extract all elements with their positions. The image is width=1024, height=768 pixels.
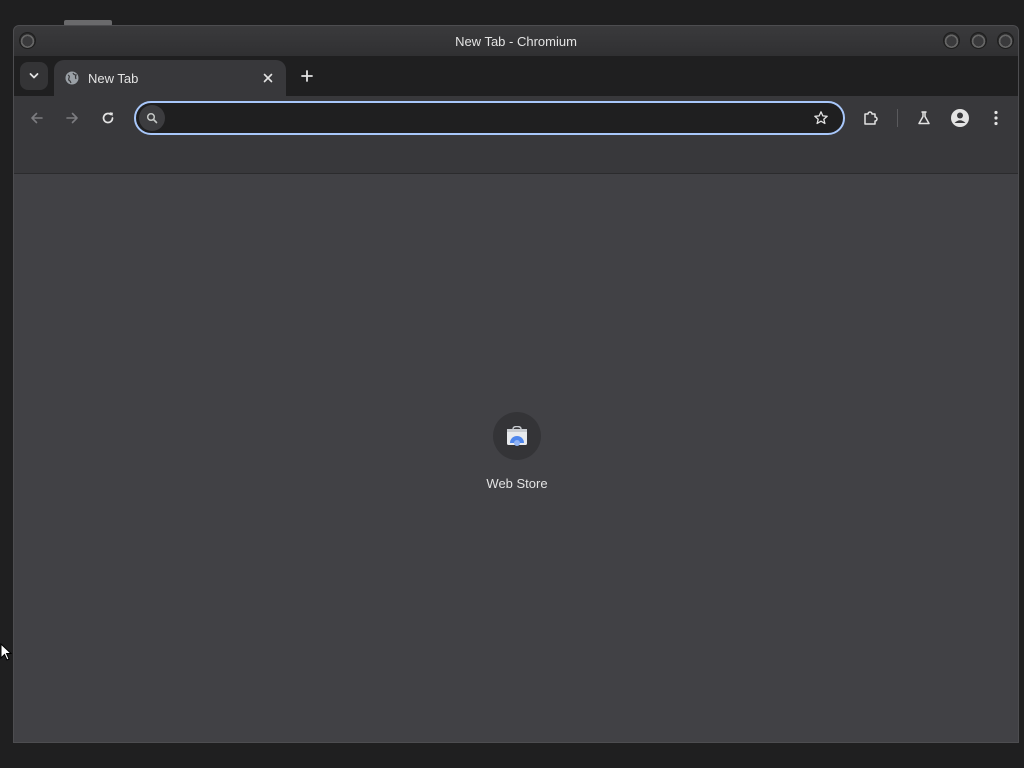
- window-title: New Tab - Chromium: [455, 33, 577, 49]
- window-titlebar[interactable]: New Tab - Chromium: [14, 26, 1018, 56]
- toolbar: [14, 96, 1018, 140]
- close-tab-icon[interactable]: [260, 70, 276, 86]
- minimize-button[interactable]: [943, 32, 960, 49]
- tab-new-tab[interactable]: New Tab: [54, 60, 286, 96]
- toolbar-separator: [897, 109, 898, 127]
- reload-icon: [102, 112, 114, 124]
- window-menu-button[interactable]: [19, 32, 36, 49]
- bookmark-star-button[interactable]: [809, 106, 833, 130]
- omnibox[interactable]: [134, 101, 845, 135]
- extensions-button[interactable]: [859, 106, 883, 130]
- maximize-button[interactable]: [970, 32, 987, 49]
- reload-button[interactable]: [96, 106, 120, 130]
- mouse-cursor-icon: [0, 643, 12, 661]
- kebab-menu-icon: [994, 110, 998, 126]
- profile-button[interactable]: [948, 106, 972, 130]
- plus-icon: [301, 70, 313, 82]
- tab-title: New Tab: [88, 70, 139, 86]
- new-tab-page: Web Store: [14, 174, 1018, 742]
- forward-button[interactable]: [60, 106, 84, 130]
- search-icon: [139, 105, 165, 131]
- globe-icon: [64, 70, 80, 86]
- web-store-icon: [493, 412, 541, 460]
- desktop: New Tab - Chromium New Tab Web Store: [0, 0, 1024, 768]
- chevron-down-icon: [29, 73, 39, 79]
- person-icon: [951, 109, 969, 127]
- new-tab-button[interactable]: [297, 66, 317, 86]
- tab-strip: New Tab: [14, 56, 1018, 96]
- labs-button[interactable]: [912, 106, 936, 130]
- bookmarks-bar: [14, 140, 1018, 174]
- arrow-right-icon: [66, 112, 78, 124]
- back-button[interactable]: [25, 106, 49, 130]
- flask-icon: [918, 111, 930, 125]
- arrow-left-icon: [31, 112, 43, 124]
- browser-window: New Tab - Chromium New Tab Web Store: [13, 25, 1019, 743]
- tab-search-button[interactable]: [20, 62, 48, 90]
- menu-button[interactable]: [984, 106, 1008, 130]
- shortcut-web-store[interactable]: Web Store: [469, 412, 565, 491]
- address-input[interactable]: [165, 103, 809, 133]
- shortcut-label: Web Store: [486, 476, 548, 491]
- star-icon: [814, 111, 828, 125]
- close-window-button[interactable]: [997, 32, 1014, 49]
- puzzle-icon: [864, 111, 878, 125]
